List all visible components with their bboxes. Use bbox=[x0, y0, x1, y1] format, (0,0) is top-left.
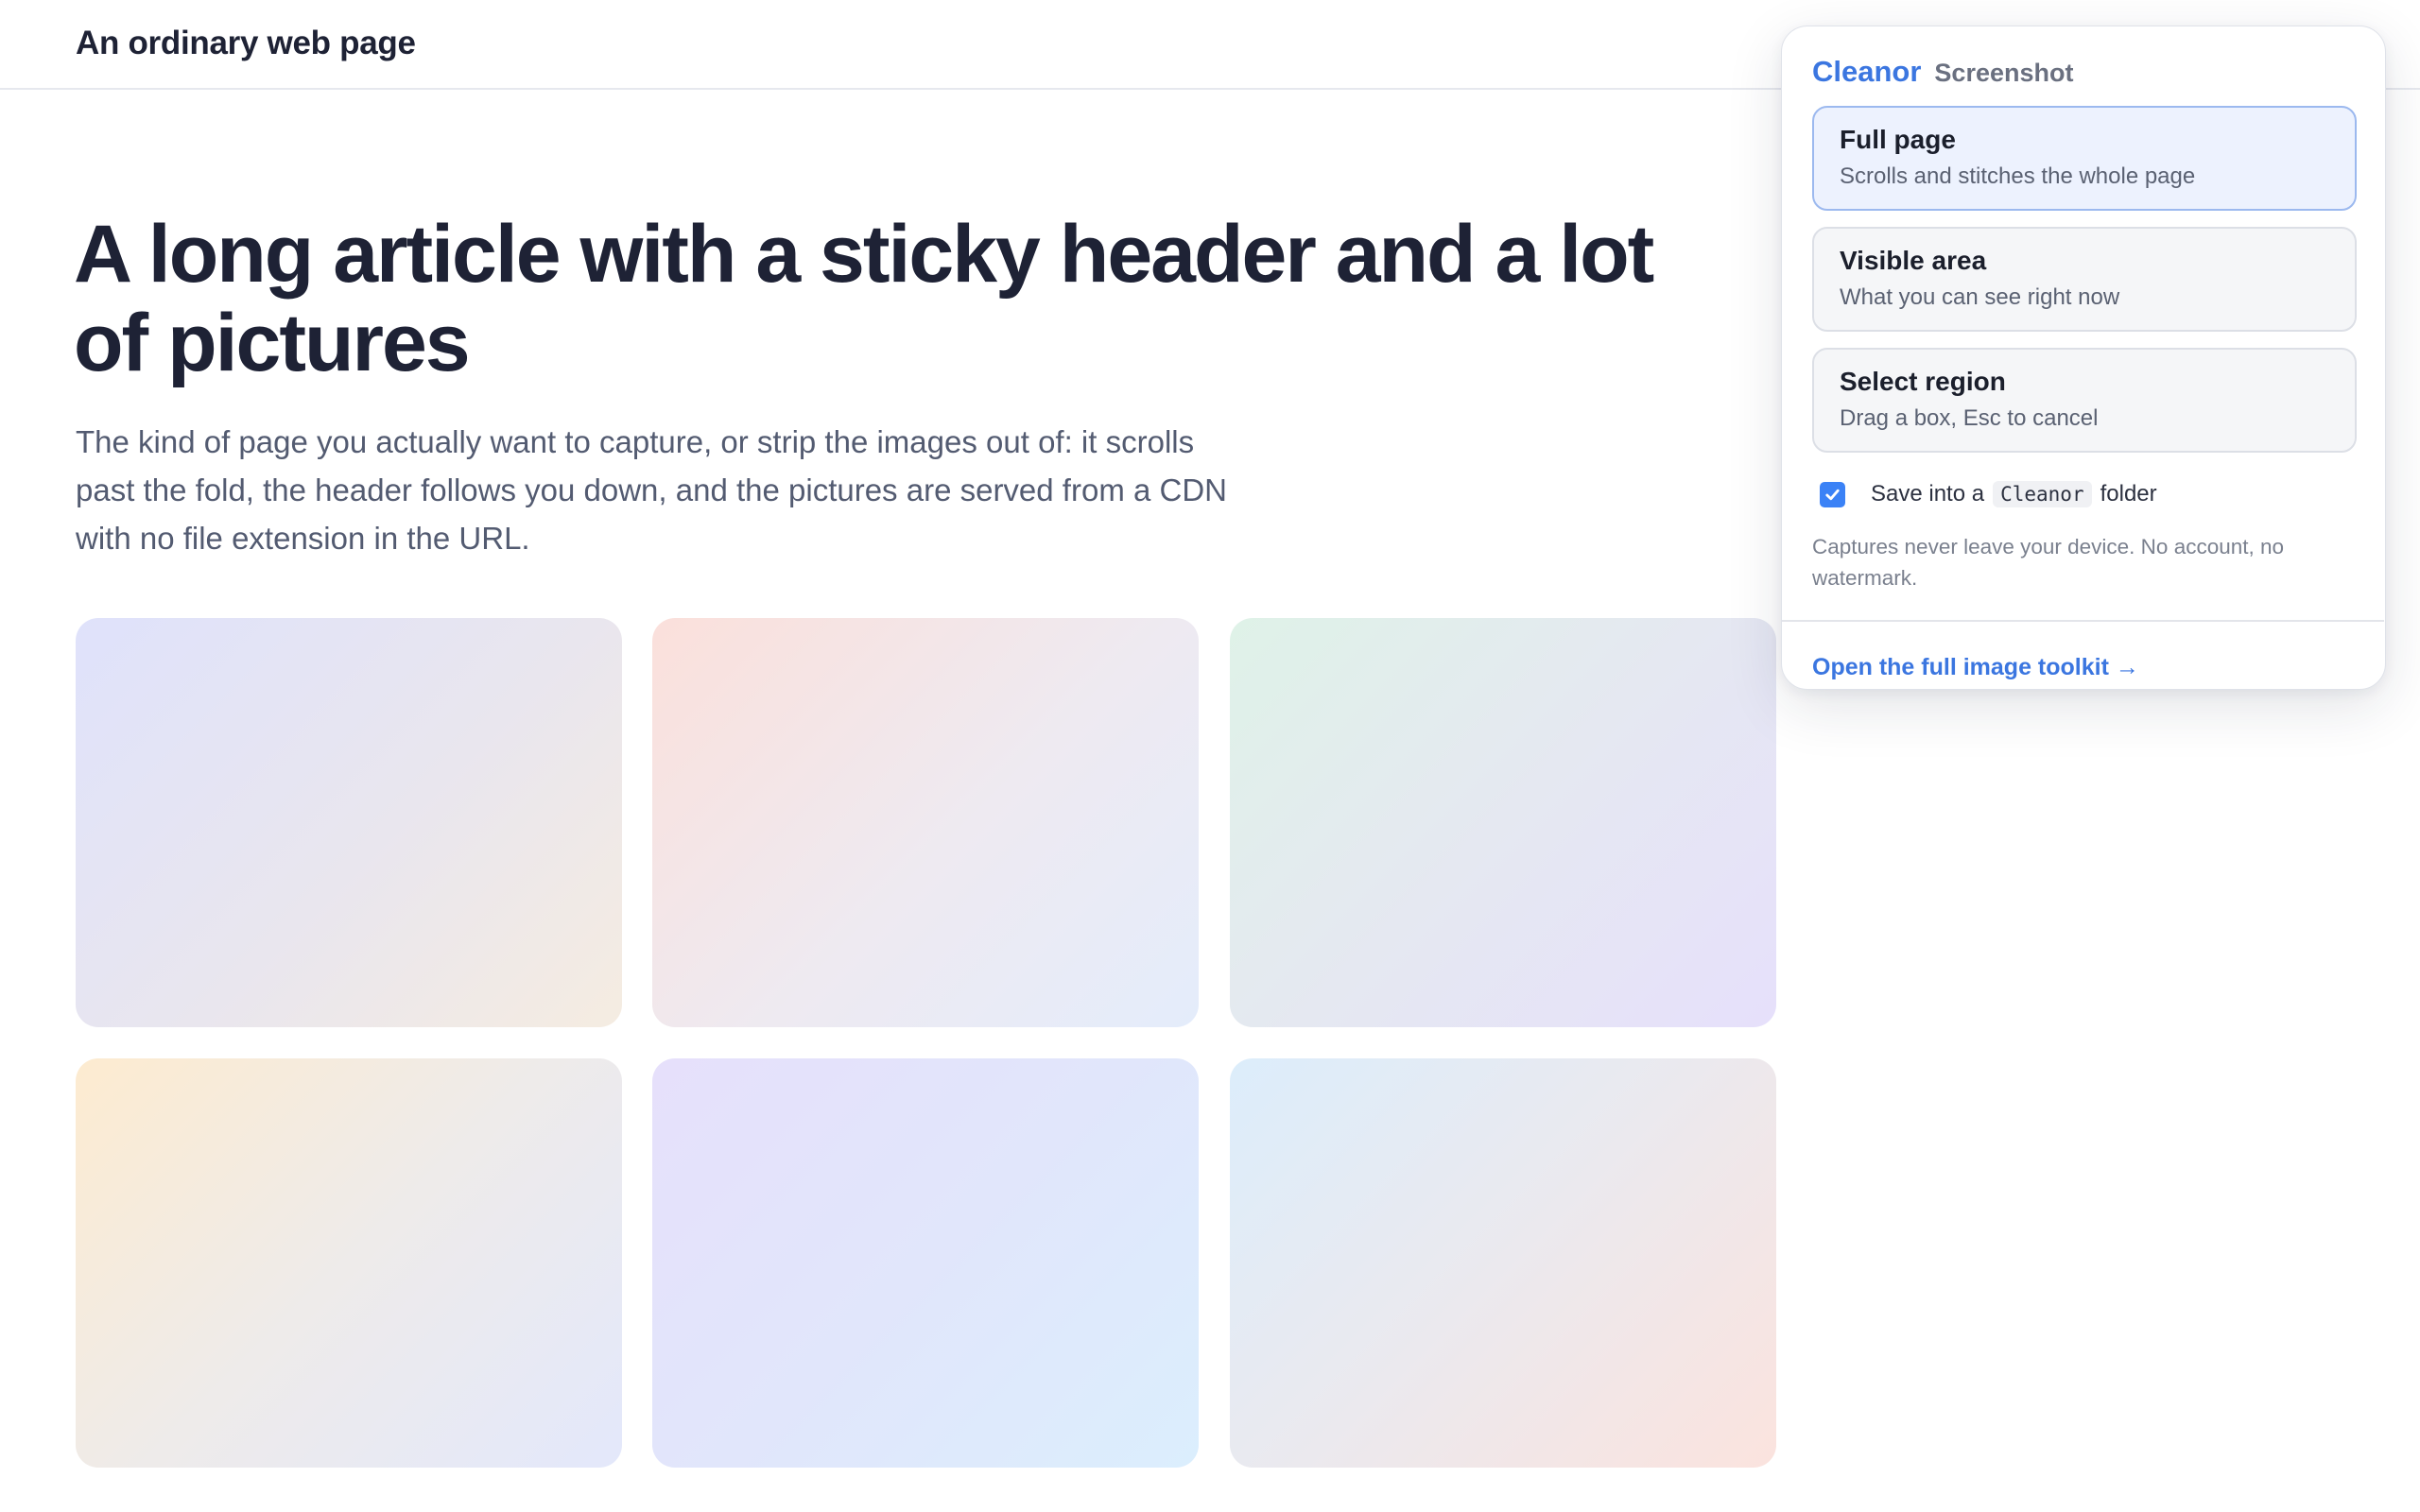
image-grid bbox=[76, 618, 1777, 1469]
site-title: An ordinary web page bbox=[76, 25, 416, 61]
image-placeholder bbox=[1230, 618, 1776, 1027]
image-placeholder bbox=[76, 1058, 622, 1468]
image-placeholder bbox=[652, 618, 1199, 1027]
image-placeholder bbox=[1230, 1058, 1776, 1468]
divider bbox=[1782, 620, 2384, 622]
article-heading: A long article with a sticky header and … bbox=[74, 209, 1654, 388]
popup-subtitle: Screenshot bbox=[1934, 59, 2074, 87]
article-lede: The kind of page you actually want to ca… bbox=[76, 424, 1227, 556]
option-full-page[interactable]: Full page Scrolls and stitches the whole… bbox=[1812, 106, 2357, 211]
open-toolkit-link[interactable]: Open the full image toolkit → bbox=[1812, 654, 2139, 681]
checkmark-icon bbox=[1825, 489, 1840, 500]
brand-name: Cleanor bbox=[1812, 55, 1922, 88]
option-visible-area[interactable]: Visible area What you can see right now bbox=[1812, 227, 2357, 332]
option-title: Visible area bbox=[1840, 246, 1987, 275]
privacy-note: Captures never leave your device. No acc… bbox=[1812, 535, 2285, 590]
option-title: Select region bbox=[1840, 367, 2006, 396]
popup-header: Cleanor Screenshot bbox=[1812, 55, 2073, 93]
page: An ordinary web page A long article with… bbox=[0, 0, 2420, 1512]
save-prefix: Save into a bbox=[1871, 481, 1985, 507]
save-folder-row: Save into a Cleanor folder bbox=[1820, 478, 2157, 510]
save-suffix: folder bbox=[2100, 481, 2157, 507]
option-description: Drag a box, Esc to cancel bbox=[1840, 405, 2099, 431]
option-select-region[interactable]: Select region Drag a box, Esc to cancel bbox=[1812, 348, 2357, 453]
option-description: Scrolls and stitches the whole page bbox=[1840, 163, 2196, 189]
extension-popup: Cleanor Screenshot Full page Scrolls and… bbox=[1781, 26, 2386, 690]
save-folder-checkbox[interactable] bbox=[1820, 481, 1845, 507]
save-folder-label: Save into a Cleanor folder bbox=[1871, 481, 2157, 507]
folder-name: Cleanor bbox=[1993, 481, 2092, 507]
option-title: Full page bbox=[1840, 125, 1956, 154]
image-placeholder bbox=[652, 1058, 1199, 1468]
image-placeholder bbox=[76, 618, 622, 1027]
option-description: What you can see right now bbox=[1840, 284, 2120, 310]
